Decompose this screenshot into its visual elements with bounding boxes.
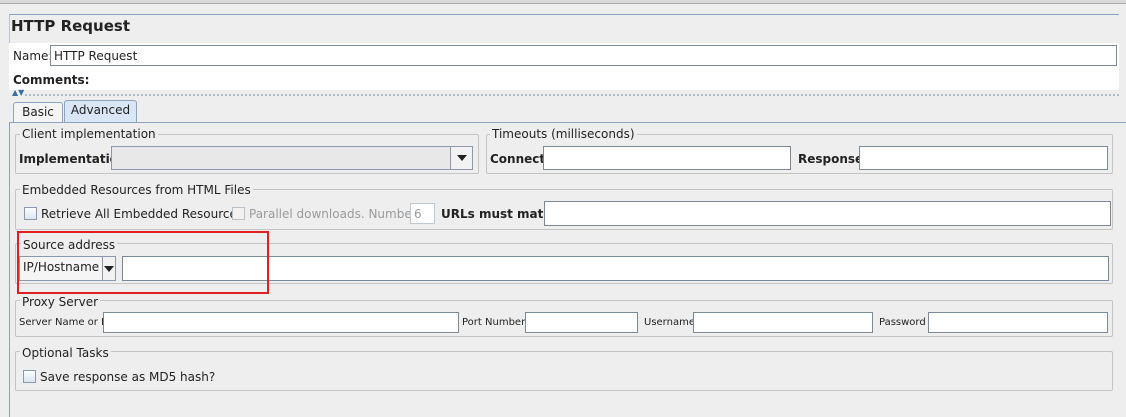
parallel-number-value: 6 [414,207,422,221]
client-implementation-title: Client implementation [20,127,158,141]
parallel-number-field[interactable]: 6 [410,203,435,224]
tab-advanced-label: Advanced [70,103,131,117]
proxy-server-field[interactable] [103,312,459,333]
proxy-password-label: Password [879,317,926,328]
implementation-select-value [112,147,450,169]
proxy-server-value [104,313,458,319]
retrieve-embedded-label: Retrieve All Embedded Resources [41,207,244,221]
proxy-server-label: Server Name or IP: [19,317,114,328]
proxy-username-label: Username [644,317,695,328]
embedded-resources-title: Embedded Resources from HTML Files [20,183,253,197]
title-frame [9,14,1119,44]
optional-tasks-title: Optional Tasks [20,346,111,360]
connect-field-value [544,147,790,153]
proxy-password-value [929,313,1107,319]
tab-basic-label: Basic [22,105,54,119]
md5-hash-label: Save response as MD5 hash? [40,370,216,384]
name-label: Name: [13,49,53,63]
retrieve-embedded-checkbox[interactable] [24,207,37,220]
response-label: Response: [798,152,868,166]
comments-label: Comments: [13,73,90,87]
connect-field[interactable] [543,146,791,170]
urls-must-match-value [545,202,1110,208]
proxy-port-value [526,313,637,319]
page-title: HTTP Request [11,17,130,35]
tab-basic[interactable]: Basic [13,102,63,123]
proxy-server-title: Proxy Server [20,295,101,309]
window-top-border [0,0,1126,4]
name-field-value: HTTP Request [54,49,138,63]
response-field[interactable] [859,146,1108,170]
parallel-downloads-checkbox[interactable] [232,207,245,220]
source-address-value [123,257,1108,263]
tab-advanced[interactable]: Advanced [64,100,137,123]
source-address-field[interactable] [122,256,1109,281]
name-field[interactable]: HTTP Request [50,45,1117,66]
collapse-arrows-icon[interactable]: ▲▼ [12,89,24,97]
proxy-port-field[interactable] [525,312,638,333]
connect-label: Connect: [490,152,550,166]
implementation-dropdown-button[interactable] [450,147,472,169]
response-field-value [860,147,1107,153]
comments-field[interactable] [80,69,1117,89]
timeouts-title: Timeouts (milliseconds) [490,127,637,141]
proxy-password-field[interactable] [928,312,1108,333]
implementation-select[interactable] [111,146,473,170]
md5-hash-checkbox[interactable] [23,370,36,383]
urls-must-match-field[interactable] [544,201,1111,226]
chevron-down-icon [456,155,467,161]
parallel-downloads-label: Parallel downloads. Number: [249,207,421,221]
proxy-port-label: Port Number: [462,317,529,328]
highlight-annotation [17,231,269,294]
proxy-username-value [694,313,872,319]
splitter-handle[interactable] [24,93,1120,97]
proxy-username-field[interactable] [693,312,873,333]
